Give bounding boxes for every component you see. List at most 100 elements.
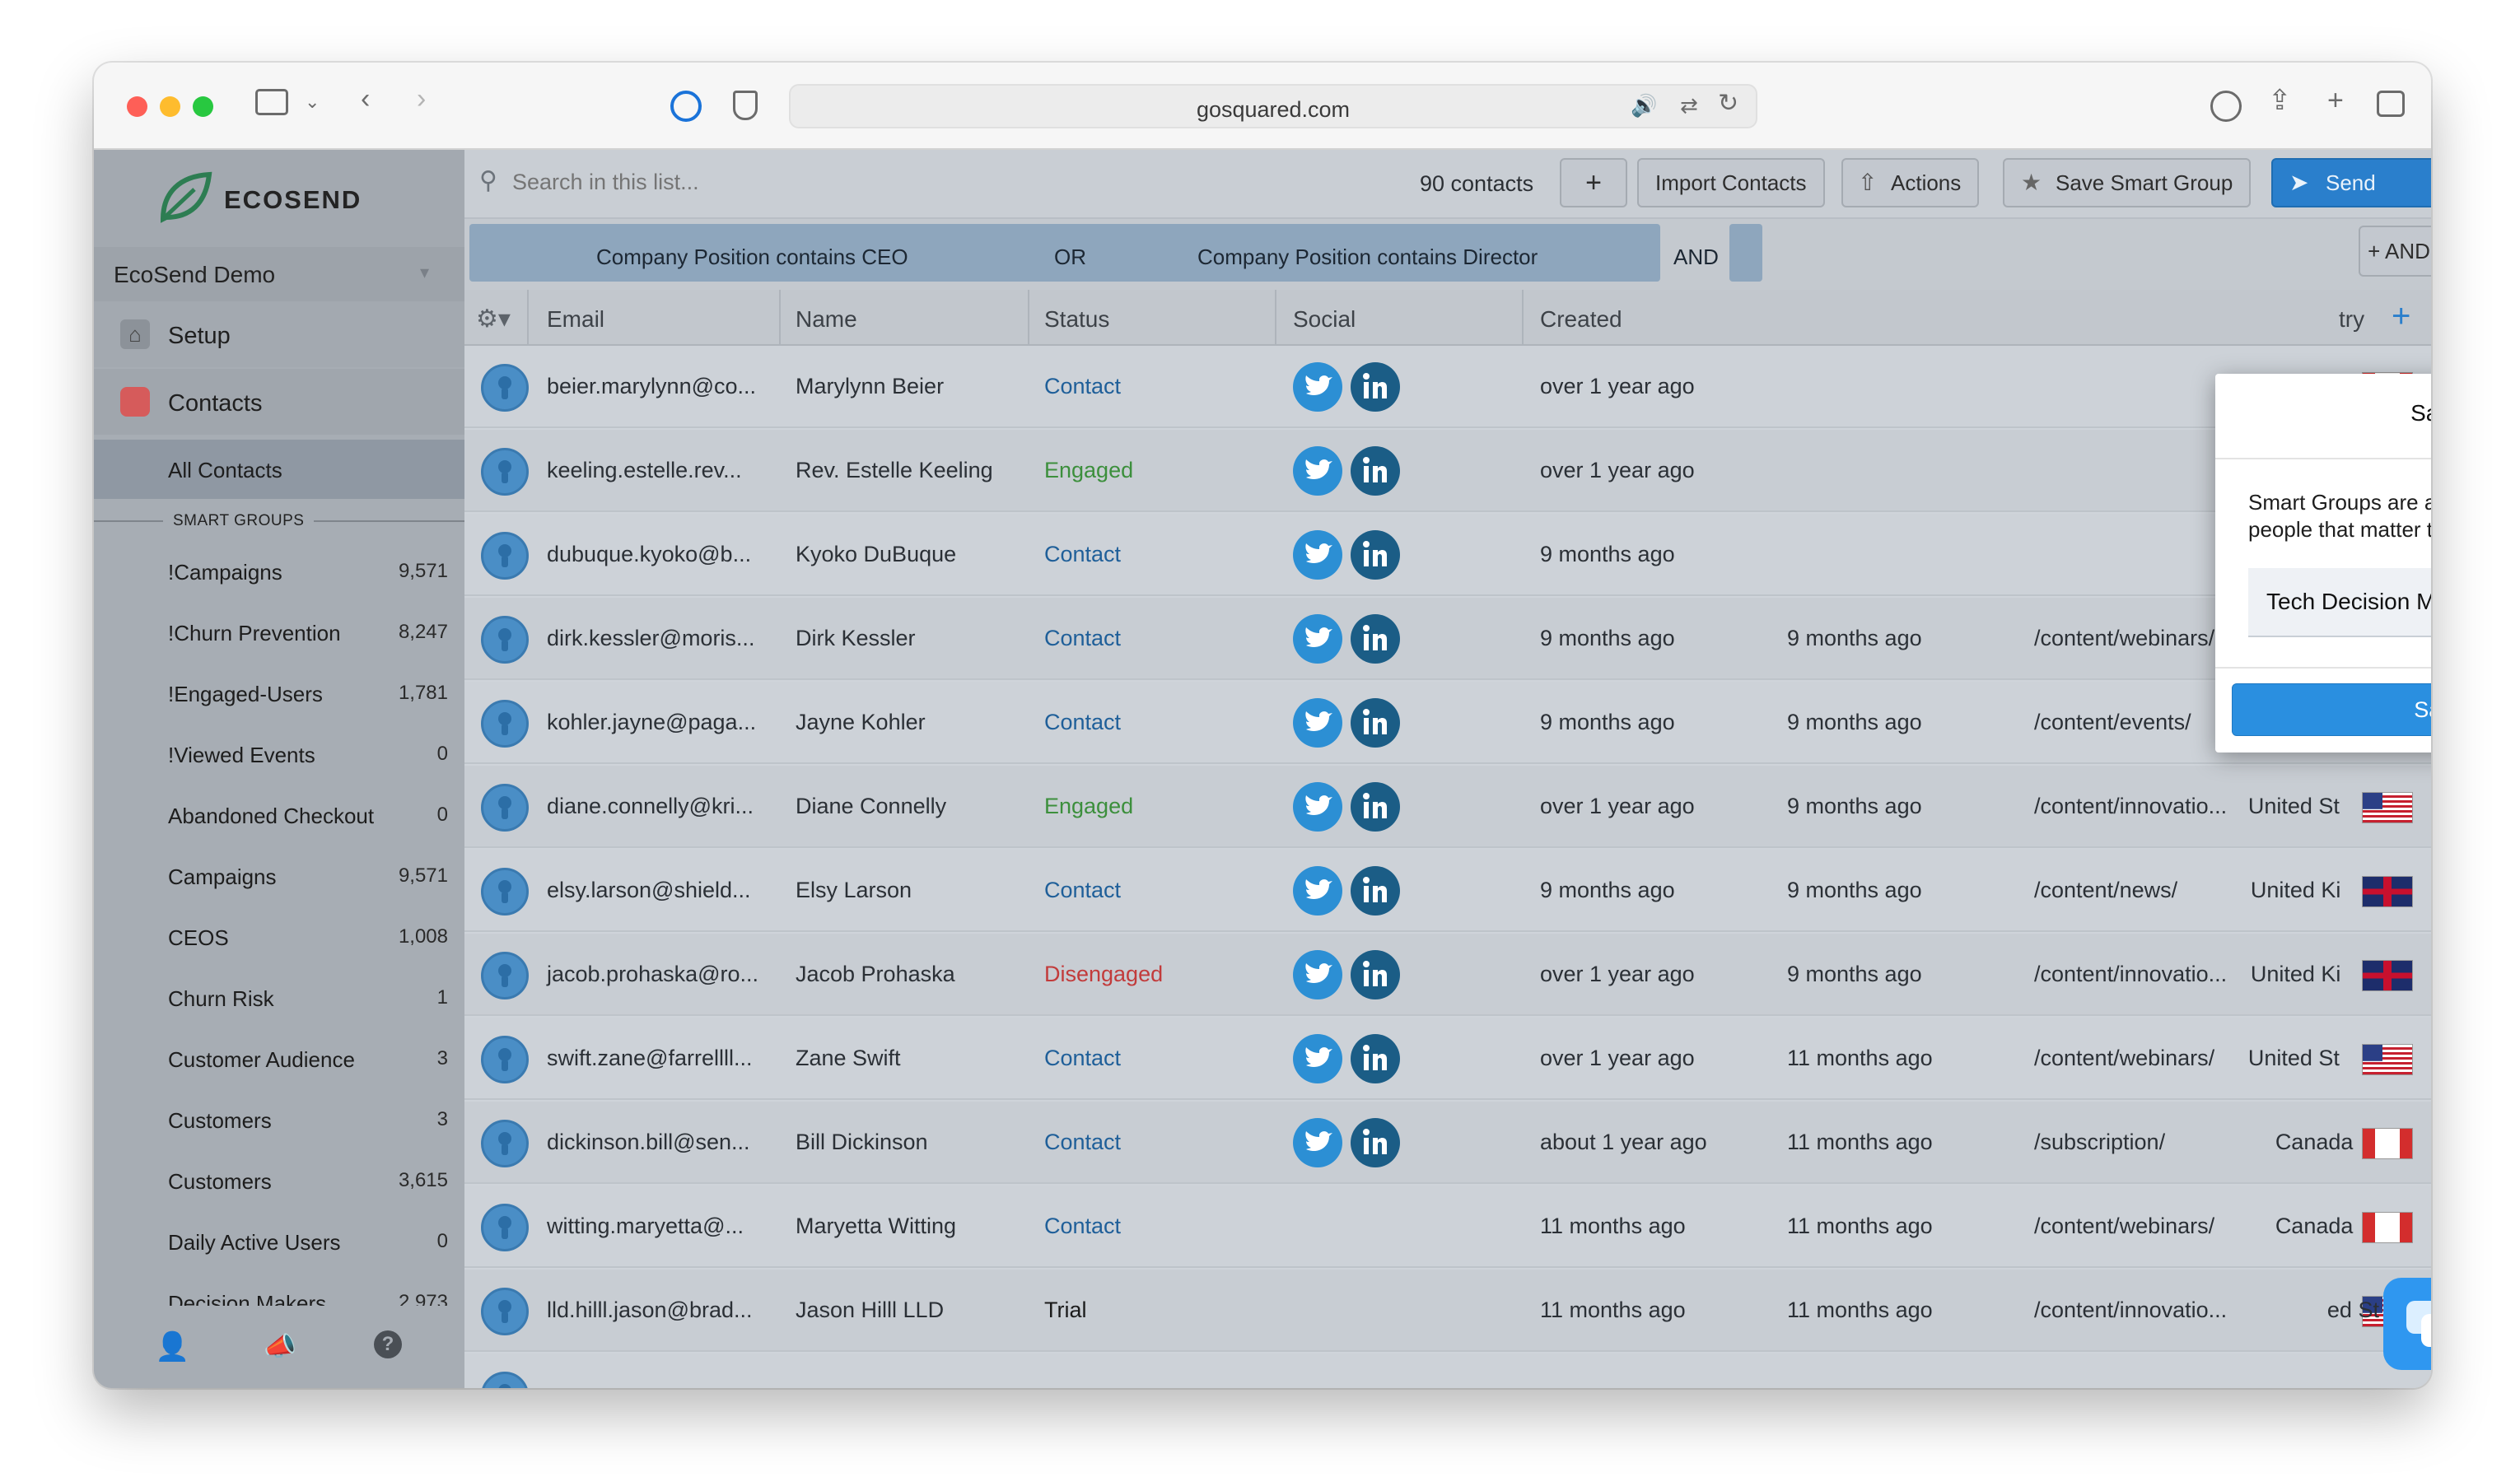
contact-email[interactable]: elsy.larson@shield... [547,878,751,903]
tab-overview-icon[interactable] [2377,91,2405,117]
linkedin-icon[interactable] [1351,446,1400,496]
back-icon[interactable]: ‹ [361,82,370,115]
linkedin-icon[interactable] [1351,866,1400,916]
smart-group-item[interactable]: !Campaigns 9,571 [94,542,464,601]
contact-email[interactable]: dickinson.bill@sen... [547,1130,750,1155]
linkedin-icon[interactable] [1351,698,1400,748]
translate-icon[interactable]: ⇄ [1680,89,1698,122]
filter-group[interactable]: Company Position contains CEO OR Company… [469,224,1660,282]
smart-group-item[interactable]: Abandoned Checkout 0 [94,785,464,845]
table-row[interactable]: beier.marylynn@co... Marylynn Beier Contac… [464,346,2431,428]
table-row[interactable]: dickinson.bill@sen... Bill Dickinson Conta… [464,1102,2431,1184]
nav-contacts[interactable]: Contacts [94,369,464,435]
contact-email[interactable]: dirk.kessler@moris... [547,626,754,651]
close-window-button[interactable] [127,96,147,117]
contact-email[interactable]: witting.maryetta@... [547,1214,744,1239]
twitter-icon[interactable] [1293,866,1342,916]
downloads-icon[interactable] [2210,91,2242,122]
account-switcher[interactable]: EcoSend Demo ▾ [94,247,464,301]
twitter-icon[interactable] [1293,1118,1342,1167]
column-header-country[interactable]: try [2339,306,2364,333]
privacy-shield-icon[interactable] [733,91,758,120]
contact-email[interactable]: kohler.jayne@paga... [547,710,756,735]
smart-group-item[interactable]: Daily Active Users 0 [94,1212,464,1271]
import-contacts-button[interactable]: Import Contacts [1637,158,1825,207]
password-manager-icon[interactable] [670,91,702,122]
twitter-icon[interactable] [1293,362,1342,412]
column-header-name[interactable]: Name [796,306,857,333]
zoom-window-button[interactable] [193,96,213,117]
add-column-icon[interactable]: + [2392,298,2410,335]
column-header-social[interactable]: Social [1293,306,1356,333]
smart-group-item[interactable]: !Engaged-Users 1,781 [94,664,464,723]
smart-group-item[interactable]: Customers 3,615 [94,1151,464,1210]
chat-launcher-button[interactable] [2383,1278,2431,1370]
linkedin-icon[interactable] [1351,950,1400,999]
table-row[interactable]: swift.zane@farrellll... Zane Swift Contact… [464,1018,2431,1100]
table-row[interactable]: kohler.jayne@paga... Jayne Kohler Contact 9… [464,682,2431,764]
column-header-created[interactable]: Created [1540,306,1622,333]
table-row[interactable]: keeling.estelle.rev... Rev. Estelle Keeli… [464,430,2431,512]
contact-email[interactable]: keeling.estelle.rev... [547,458,742,483]
search-input[interactable] [512,170,940,195]
smart-group-item[interactable]: Campaigns 9,571 [94,846,464,906]
new-tab-icon[interactable]: + [2327,84,2344,117]
twitter-icon[interactable] [1293,698,1342,748]
reload-icon[interactable]: ↻ [1718,87,1738,120]
all-contacts-item[interactable]: All Contacts [94,440,464,499]
smart-group-item[interactable]: Customer Audience 3 [94,1029,464,1088]
smart-group-item[interactable]: Customers 3 [94,1090,464,1149]
linkedin-icon[interactable] [1351,782,1400,832]
chevron-down-icon[interactable]: ⌄ [305,86,320,119]
help-icon[interactable]: ? [374,1330,402,1358]
minimize-window-button[interactable] [160,96,180,117]
table-row[interactable]: dubuque.kyoko@b... Kyoko DuBuque Contact 9 … [464,514,2431,596]
save-smart-group-confirm-button[interactable]: Save Smart Group [2232,683,2431,736]
settings-gear-icon[interactable]: ⚙▾ [476,305,511,333]
smart-group-item[interactable]: Churn Risk 1 [94,968,464,1027]
contact-email[interactable]: dubuque.kyoko@b... [547,542,751,567]
smart-group-item[interactable]: CEOS 1,008 [94,907,464,967]
address-bar[interactable]: gosquared.com 🔊 ⇄ ↻ [789,84,1757,128]
contact-email[interactable]: beier.marylynn@co... [547,374,756,399]
table-row[interactable]: jacob.prohaska@ro... Jacob Prohaska Diseng… [464,934,2431,1016]
column-header-status[interactable]: Status [1044,306,1109,333]
smart-group-item[interactable]: !Viewed Events 0 [94,725,464,784]
add-and-filter-button[interactable]: + AND [2359,226,2431,277]
send-broadcast-button[interactable]: ➤ Send Broadcast [2271,158,2431,241]
megaphone-icon[interactable]: 📣 [264,1330,296,1362]
twitter-icon[interactable] [1293,614,1342,664]
nav-setup[interactable]: ⌂ Setup [94,301,464,367]
twitter-icon[interactable] [1293,950,1342,999]
contact-email[interactable]: lld.hilll.jason@brad... [547,1298,753,1323]
twitter-icon[interactable] [1293,782,1342,832]
linkedin-icon[interactable] [1351,614,1400,664]
add-contact-button[interactable]: + [1560,158,1627,207]
share-icon[interactable]: ⇪ [2268,84,2292,117]
sidebar-toggle-icon[interactable] [255,89,288,115]
smart-group-name-input[interactable] [2248,568,2431,637]
forward-icon[interactable]: › [417,82,426,115]
profile-icon[interactable]: 👤 [155,1330,189,1363]
contact-email[interactable]: diane.connelly@kri... [547,794,754,819]
contact-email[interactable]: swift.zane@farrellll... [547,1046,752,1071]
contact-email[interactable]: jacob.prohaska@ro... [547,962,758,987]
table-row[interactable]: witting.maryetta@... Maryetta Witting Cont… [464,1186,2431,1268]
audio-icon[interactable]: 🔊 [1631,89,1657,122]
twitter-icon[interactable] [1293,1034,1342,1083]
filter-group[interactable] [1729,224,1762,282]
twitter-icon[interactable] [1293,530,1342,580]
save-smart-group-button[interactable]: ★ Save Smart Group [2003,158,2252,207]
column-header-email[interactable]: Email [547,306,604,333]
actions-button[interactable]: ⇧ Actions [1841,158,1980,207]
linkedin-icon[interactable] [1351,1034,1400,1083]
linkedin-icon[interactable] [1351,530,1400,580]
linkedin-icon[interactable] [1351,362,1400,412]
table-row[interactable]: elsy.larson@shield... Elsy Larson Contact 9… [464,850,2431,932]
table-row[interactable]: lld.hilll.jason@brad... Jason Hilll LLD Tr… [464,1270,2431,1352]
table-row[interactable]: dirk.kessler@moris... Dirk Kessler Contact… [464,598,2431,680]
table-row[interactable] [464,1354,2431,1388]
twitter-icon[interactable] [1293,446,1342,496]
smart-group-item[interactable]: !Churn Prevention 8,247 [94,603,464,662]
table-row[interactable]: diane.connelly@kri... Diane Connelly Engag… [464,766,2431,848]
